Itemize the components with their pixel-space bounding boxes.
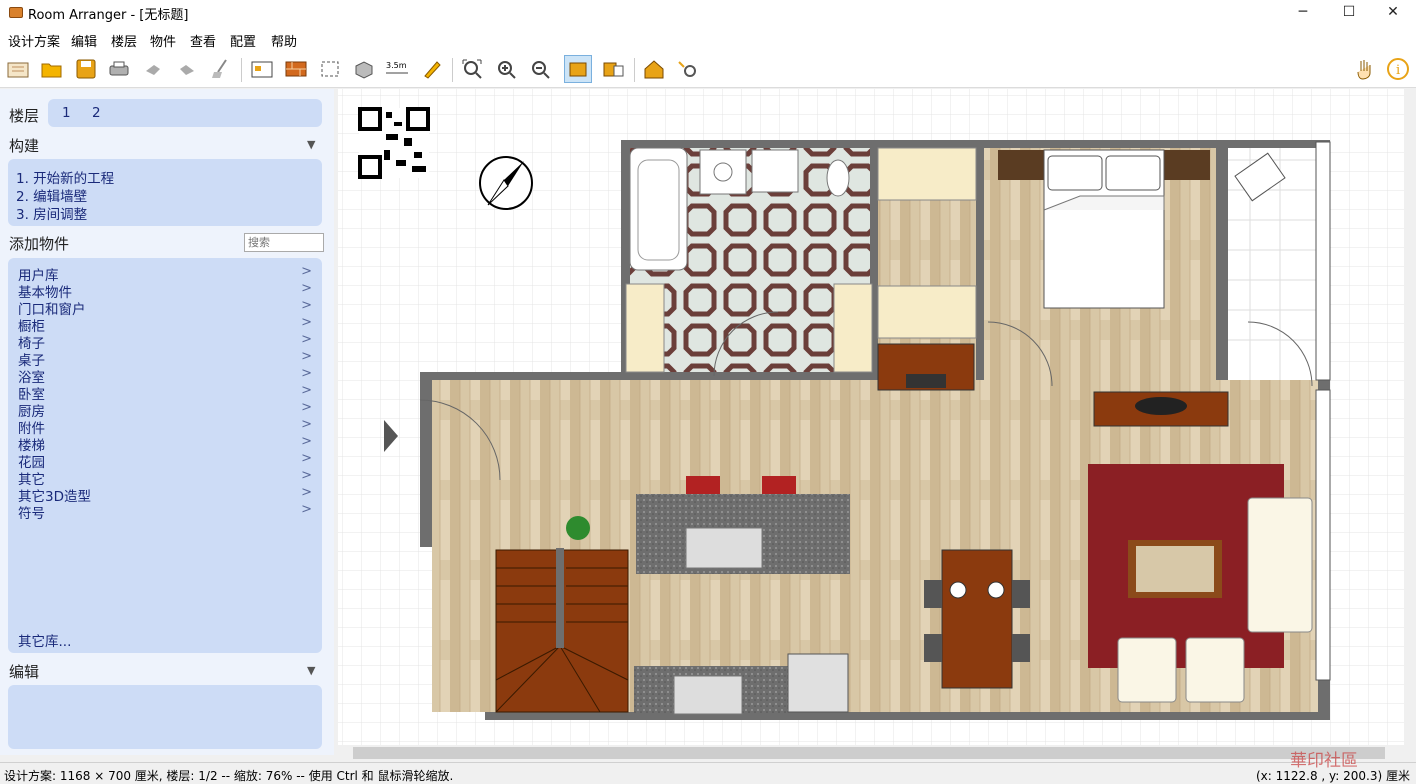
category-list: 用户库 > 基本物件 > 门口和窗户 > 橱柜 > 椅子 > 桌子 > 浴室 > 卧室 > 厨房… bbox=[8, 258, 322, 653]
add-objects-title: 添加物件 bbox=[9, 235, 70, 253]
office-chair bbox=[906, 374, 946, 388]
open-folder-button[interactable] bbox=[38, 55, 66, 83]
zoom-in-icon[interactable] bbox=[492, 55, 520, 83]
qr-code bbox=[358, 107, 430, 179]
search-input[interactable] bbox=[244, 233, 324, 252]
hand-cursor-icon[interactable] bbox=[1350, 55, 1378, 83]
info-icon[interactable]: i bbox=[1384, 55, 1412, 83]
vertical-scrollbar[interactable] bbox=[1404, 89, 1416, 745]
wardrobe bbox=[877, 147, 977, 201]
status-text: 设计方案: 1168 × 700 厘米, 楼层: 1/2 -- 缩放: 76% … bbox=[4, 769, 454, 783]
chevron-right-icon: > bbox=[301, 451, 312, 466]
dining-table bbox=[941, 549, 1013, 689]
menu-design[interactable]: 设计方案 bbox=[8, 31, 60, 50]
chevron-right-icon: > bbox=[301, 502, 312, 517]
svg-text:3.5m: 3.5m bbox=[386, 61, 407, 70]
sidebar: 楼层 1 2 构建 ▼ 1. 开始新的工程 2. 编辑墙壁 3. 房间调整 添加… bbox=[0, 89, 334, 755]
close-button[interactable]: ✕ bbox=[1370, 0, 1416, 26]
toolbar: 3.5m i bbox=[0, 50, 1416, 88]
window-title: Room Arranger - [无标题] bbox=[28, 8, 189, 23]
chevron-right-icon: > bbox=[301, 485, 312, 500]
watermark: 華印社區 bbox=[1290, 751, 1358, 771]
floor-plan-canvas[interactable] bbox=[338, 89, 1414, 745]
category-item[interactable]: 符号 bbox=[18, 502, 45, 522]
menu-config[interactable]: 配置 bbox=[230, 31, 256, 50]
chevron-right-icon: > bbox=[301, 434, 312, 449]
chevron-right-icon: > bbox=[301, 298, 312, 313]
floor-tab-1[interactable]: 1 bbox=[62, 105, 71, 121]
build-steps: 1. 开始新的工程 2. 编辑墙壁 3. 房间调整 bbox=[8, 159, 322, 226]
broom-icon[interactable] bbox=[207, 55, 235, 83]
chevron-right-icon: > bbox=[301, 383, 312, 398]
house-3d-icon[interactable] bbox=[640, 55, 668, 83]
compass-icon bbox=[479, 156, 533, 210]
svg-text:i: i bbox=[1396, 63, 1400, 78]
title-bar: Room Arranger - [无标题] ─ ☐ ✕ bbox=[0, 0, 1416, 26]
view-2d-button[interactable] bbox=[564, 55, 592, 83]
other-libraries-link[interactable]: 其它库... bbox=[18, 630, 71, 650]
chevron-right-icon: > bbox=[301, 264, 312, 279]
app-icon bbox=[9, 7, 23, 18]
floor-tabs: 1 2 bbox=[48, 99, 322, 127]
zoom-out-icon[interactable] bbox=[526, 55, 554, 83]
save-button[interactable] bbox=[72, 55, 100, 83]
floor-tab-2[interactable]: 2 bbox=[92, 105, 101, 121]
horizontal-scroll-thumb[interactable] bbox=[353, 747, 1385, 759]
status-bar: 设计方案: 1168 × 700 厘米, 楼层: 1/2 -- 缩放: 76% … bbox=[0, 762, 1416, 783]
new-project-button[interactable] bbox=[4, 55, 32, 83]
room-button[interactable] bbox=[248, 55, 276, 83]
plant bbox=[566, 516, 590, 540]
chevron-right-icon: > bbox=[301, 400, 312, 415]
pencil-icon[interactable] bbox=[418, 55, 446, 83]
step-new-project[interactable]: 1. 开始新的工程 bbox=[16, 167, 114, 187]
maximize-button[interactable]: ☐ bbox=[1326, 0, 1372, 26]
chevron-right-icon: > bbox=[301, 281, 312, 296]
chevron-right-icon: > bbox=[301, 366, 312, 381]
stove bbox=[787, 653, 849, 713]
zoom-fit-icon[interactable] bbox=[458, 55, 486, 83]
step-adjust-rooms[interactable]: 3. 房间调整 bbox=[16, 203, 87, 223]
chevron-right-icon: > bbox=[301, 468, 312, 483]
chevron-right-icon: > bbox=[301, 315, 312, 330]
toilet bbox=[826, 159, 850, 197]
menu-floor[interactable]: 楼层 bbox=[111, 31, 137, 50]
menu-edit[interactable]: 编辑 bbox=[71, 31, 97, 50]
object-3d-icon[interactable] bbox=[350, 55, 378, 83]
minimize-button[interactable]: ─ bbox=[1280, 0, 1326, 26]
undo-button[interactable] bbox=[139, 55, 167, 83]
chevron-right-icon: > bbox=[301, 349, 312, 364]
print-button[interactable] bbox=[105, 55, 133, 83]
settings-icon[interactable] bbox=[674, 55, 702, 83]
menu-help[interactable]: 帮助 bbox=[271, 31, 297, 50]
edit-panel bbox=[8, 685, 322, 749]
wall-brick-icon[interactable] bbox=[282, 55, 310, 83]
floors-title: 楼层 bbox=[9, 107, 40, 125]
view-3d-button[interactable] bbox=[599, 55, 627, 83]
menu-object[interactable]: 物件 bbox=[150, 31, 176, 50]
sofa bbox=[1247, 497, 1313, 633]
edit-title: 编辑 bbox=[9, 663, 40, 681]
measure-button[interactable]: 3.5m bbox=[383, 55, 411, 83]
edit-collapse-icon[interactable]: ▼ bbox=[307, 664, 315, 677]
menu-bar: 设计方案 编辑 楼层 物件 查看 配置 帮助 bbox=[0, 26, 1416, 50]
chevron-right-icon: > bbox=[301, 332, 312, 347]
menu-view[interactable]: 查看 bbox=[190, 31, 216, 50]
step-edit-walls[interactable]: 2. 编辑墙壁 bbox=[16, 185, 87, 205]
redo-button[interactable] bbox=[173, 55, 201, 83]
build-title: 构建 bbox=[9, 137, 40, 155]
build-collapse-icon[interactable]: ▼ bbox=[307, 138, 315, 151]
selection-icon[interactable] bbox=[316, 55, 344, 83]
chevron-right-icon: > bbox=[301, 417, 312, 432]
